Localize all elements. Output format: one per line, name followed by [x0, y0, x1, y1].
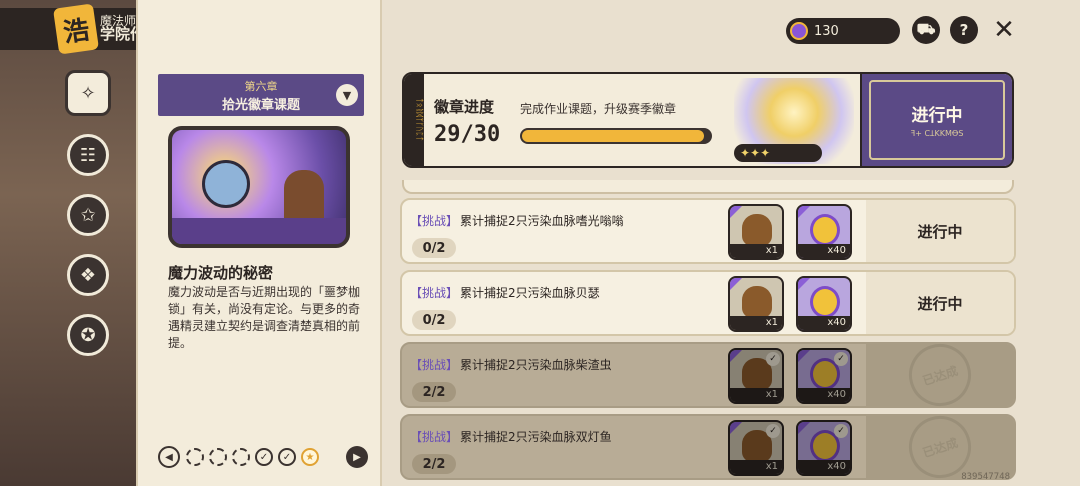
illustration-ground	[172, 218, 346, 244]
pager-dots: ✓ ✓ ★	[186, 448, 319, 466]
badge-stars: ✦✦✦	[734, 144, 822, 162]
task-status: 进行中	[866, 200, 1014, 262]
nav-item-star-scroll[interactable]: ✪	[67, 314, 109, 356]
task-status: 进行中	[866, 272, 1014, 334]
user-id: 839547748	[961, 472, 1010, 482]
stars-icon: ✩	[80, 204, 96, 226]
chapter-pager: ◀ ✓ ✓ ★ ▶	[158, 446, 368, 468]
badge-progress-bar	[520, 128, 712, 144]
academy-logo-icon: 浩	[52, 3, 100, 55]
story-title: 魔力波动的秘密	[168, 264, 274, 282]
task-row-done: 【挑战】 累计捕捉2只污染血脉柴渣虫 2/2 ✓ x1 ✓ x40 已达成	[400, 335, 1016, 415]
pager-dot[interactable]	[209, 448, 227, 466]
story-text: 魔力波动是否与近期出现的「噩梦枷锁」有关，尚没有定论。与更多的奇遇精灵建立契约是…	[168, 285, 361, 350]
currency-amount: 130	[814, 23, 839, 39]
badge-status-panel: 进行中 ꟻ+ CꞱKKMꝊS	[860, 74, 1012, 166]
reward-acorn[interactable]: ✓ x1	[728, 420, 784, 476]
badge-progress-fill	[522, 130, 704, 142]
pager-dot[interactable]	[232, 448, 250, 466]
chapter-number: 第六章	[244, 79, 278, 93]
task-list[interactable]: 【挑战】 累计捕捉2只污染血脉嗜光嗡嗡 0/2 x1 x40 进行中 【挑战】 …	[400, 168, 1016, 486]
reward-coin[interactable]: x40	[796, 204, 852, 260]
reward-acorn[interactable]: ✓ x1	[728, 348, 784, 404]
reward-coin[interactable]: ✓ x40	[796, 348, 852, 404]
creature-illustration	[202, 160, 250, 208]
task-row-done: 【挑战】 累计捕捉2只污染血脉双灯鱼 2/2 ✓ x1 ✓ x40 已达成	[400, 407, 1016, 486]
task-description: 累计捕捉2只污染血脉贝瑟	[460, 286, 600, 300]
coin-icon	[810, 286, 840, 318]
reward-acorn[interactable]: x1	[728, 276, 784, 332]
chapter-selector[interactable]: 第六章 拾光徽章课题 ▼	[158, 74, 364, 116]
coin-icon	[790, 22, 808, 40]
task-description: 累计捕捉2只污染血脉柴渣虫	[460, 358, 612, 372]
task-progress: 0/2	[412, 238, 456, 258]
reward-qty: x1	[730, 388, 782, 402]
badge-status: 进行中	[911, 106, 963, 126]
task-progress: 0/2	[412, 310, 456, 330]
check-icon: ✓	[834, 352, 848, 366]
chapter-illustration	[168, 126, 350, 248]
task-row: 【挑战】 累计捕捉2只污染血脉贝瑟 0/2 x1 x40 进行中	[400, 270, 1016, 336]
pager-dot-check[interactable]: ✓	[255, 448, 273, 466]
prev-arrow-icon[interactable]: ◀	[158, 446, 180, 468]
coin-icon	[810, 214, 840, 246]
task-tag: 【挑战】	[410, 214, 459, 228]
task-tag: 【挑战】	[410, 286, 459, 300]
close-icon[interactable]: ✕	[990, 15, 1018, 45]
reward-qty: x40	[798, 388, 850, 402]
reward-acorn[interactable]: x1	[728, 204, 784, 260]
badge-description: 完成作业课题，升级赛季徽章	[520, 102, 677, 116]
star-scroll-icon: ✪	[80, 324, 96, 346]
compass-icon: ✧	[80, 82, 96, 104]
reward-qty: x40	[798, 244, 850, 258]
check-icon: ✓	[766, 352, 780, 366]
task-status: 已达成	[866, 335, 1014, 415]
nav-item-stars[interactable]: ✩	[67, 194, 109, 236]
pager-dot[interactable]	[186, 448, 204, 466]
book-icon: ☷	[79, 144, 97, 166]
side-nav: ✧ ☷ ✩ ❖ ✪	[62, 70, 114, 356]
task-progress: 2/2	[412, 382, 456, 402]
currency-display: 130	[786, 18, 900, 44]
nav-item-compass[interactable]: ✧	[65, 70, 111, 116]
completed-stamp-icon: 已达成	[900, 335, 980, 415]
badge-label: 徽章进度	[434, 98, 495, 116]
chevron-down-icon[interactable]: ▼	[336, 84, 358, 106]
cart-icon[interactable]: ⛟	[912, 16, 940, 44]
reward-qty: x40	[798, 316, 850, 330]
task-progress: 2/2	[412, 454, 456, 474]
check-icon: ✓	[834, 424, 848, 438]
task-tag: 【挑战】	[410, 358, 459, 372]
check-icon: ✓	[766, 424, 780, 438]
reward-coin[interactable]: x40	[796, 276, 852, 332]
nav-item-book[interactable]: ☷	[67, 134, 109, 176]
badge-rune-strip: ᛏᛟᚱᛞᛉᚴᚢᛈᛏ	[404, 74, 424, 166]
acorn-icon	[742, 214, 772, 246]
pager-dot-star[interactable]: ★	[301, 448, 319, 466]
paw-icon: ❖	[79, 264, 97, 286]
task-description: 累计捕捉2只污染血脉双灯鱼	[460, 430, 612, 444]
reward-qty: x1	[730, 244, 782, 258]
task-row-partial	[402, 180, 1014, 194]
task-row: 【挑战】 累计捕捉2只污染血脉嗜光嗡嗡 0/2 x1 x40 进行中	[400, 198, 1016, 264]
badge-status-runes: ꟻ+ CꞱKKMꝊS	[910, 129, 964, 138]
nav-item-paw[interactable]: ❖	[67, 254, 109, 296]
badge-count: 29/30	[434, 122, 501, 147]
reward-qty: x1	[730, 460, 782, 474]
acorn-icon	[742, 286, 772, 318]
reward-qty: x40	[798, 460, 850, 474]
chapter-title: 拾光徽章课题	[221, 97, 300, 113]
task-tag: 【挑战】	[410, 430, 459, 444]
reward-coin[interactable]: ✓ x40	[796, 420, 852, 476]
reward-qty: x1	[730, 316, 782, 330]
help-icon[interactable]: ?	[950, 16, 978, 44]
pager-dot-check[interactable]: ✓	[278, 448, 296, 466]
task-description: 累计捕捉2只污染血脉嗜光嗡嗡	[460, 214, 624, 228]
task-status: 已达成	[866, 407, 1014, 486]
next-arrow-icon[interactable]: ▶	[346, 446, 368, 468]
badge-progress-card: ᛏᛟᚱᛞᛉᚴᚢᛈᛏ 徽章进度 完成作业课题，升级赛季徽章 29/30 ✦✦✦ 进…	[402, 72, 1014, 168]
